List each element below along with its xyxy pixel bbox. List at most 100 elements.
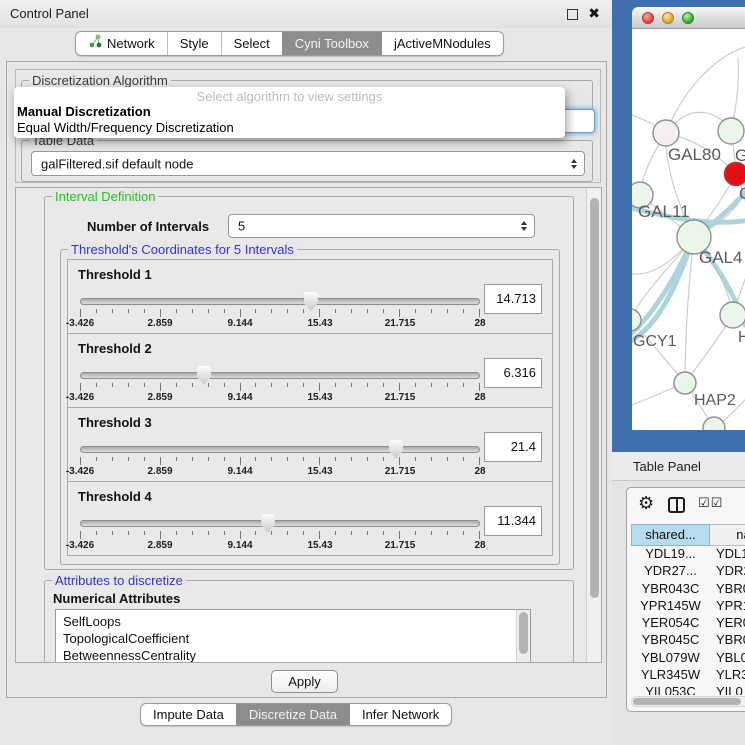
column-header-name[interactable]: name <box>710 524 745 546</box>
table-row[interactable]: YBR043CYBR0 <box>631 581 745 598</box>
threshold-value-field[interactable]: 6.316 <box>484 358 542 388</box>
table-row[interactable]: YER054CYER0 <box>631 615 745 632</box>
tick-mark <box>447 457 448 461</box>
cell-shared-name[interactable]: YBR045C <box>631 632 710 649</box>
threshold-slider[interactable]: -3.4262.8599.14415.4321.71528 <box>80 512 480 554</box>
threshold-value-field[interactable]: 14.713 <box>484 284 542 314</box>
tick-label: 15.43 <box>307 318 332 329</box>
attribute-list-item[interactable]: SelfLoops <box>56 613 530 630</box>
tab-network[interactable]: Network <box>76 32 167 55</box>
attribute-list-item[interactable]: TopologicalCoefficient <box>56 630 530 647</box>
cell-name[interactable]: YBR0 <box>710 632 745 649</box>
tick-mark <box>192 383 193 387</box>
table-row[interactable]: YPR145WYPR1 <box>631 598 745 615</box>
cell-name[interactable]: YDL1 <box>710 546 745 563</box>
tick-mark <box>80 383 81 391</box>
tick-mark <box>383 457 384 461</box>
zoom-traffic-light-icon[interactable] <box>682 12 694 24</box>
cell-shared-name[interactable]: YDR27... <box>631 563 710 580</box>
tick-mark <box>303 383 304 387</box>
table-row[interactable]: YDL19...YDL1 <box>631 546 745 563</box>
node-bottom-partial[interactable] <box>703 417 725 430</box>
threshold-slider[interactable]: -3.4262.8599.14415.4321.71528 <box>80 364 480 406</box>
numerical-attributes-list[interactable]: SelfLoopsTopologicalCoefficientBetweenne… <box>55 609 531 663</box>
list-items: SelfLoopsTopologicalCoefficientBetweenne… <box>56 613 530 663</box>
checkbox-icons[interactable]: ☑☑ <box>698 495 723 511</box>
cell-name[interactable]: YBR0 <box>710 581 745 598</box>
cell-shared-name[interactable]: YER054C <box>631 615 710 632</box>
cell-name[interactable]: YIL0 <box>710 684 745 695</box>
slider-track[interactable] <box>80 446 480 453</box>
dropdown-option-equal-width[interactable]: Equal Width/Frequency Discretization <box>14 120 565 136</box>
thresholds-group: Threshold's Coordinates for 5 Intervals … <box>60 249 560 565</box>
cell-shared-name[interactable]: YPR145W <box>631 598 710 615</box>
node-table: shared... name YDL19...YDL1YDR27...YDR2Y… <box>631 524 745 695</box>
table-row[interactable]: YDR27...YDR2 <box>631 563 745 580</box>
slider-track[interactable] <box>80 372 480 379</box>
horizontal-scrollbar-thumb[interactable] <box>633 698 741 705</box>
close-icon[interactable]: ✖ <box>588 5 600 22</box>
threshold-slider[interactable]: -3.4262.8599.14415.4321.71528 <box>80 290 480 332</box>
horizontal-scrollbar[interactable] <box>631 696 745 707</box>
tick-mark <box>255 309 256 313</box>
dropdown-option-manual[interactable]: Manual Discretization <box>14 104 565 120</box>
float-window-icon[interactable] <box>567 9 578 20</box>
tick-mark <box>255 531 256 535</box>
cell-shared-name[interactable]: YBL079W <box>631 650 710 667</box>
attribute-list-item[interactable]: BetweennessCentrality <box>56 647 530 663</box>
list-scrollbar-thumb[interactable] <box>519 612 528 654</box>
close-traffic-light-icon[interactable] <box>642 12 654 24</box>
cell-shared-name[interactable]: YDL19... <box>631 546 710 563</box>
column-header-shared[interactable]: shared... <box>631 524 710 546</box>
split-columns-icon[interactable] <box>668 497 685 513</box>
threshold-value-field[interactable]: 11.344 <box>484 506 542 536</box>
tab-cyni-toolbox[interactable]: Cyni Toolbox <box>282 32 381 55</box>
cell-name[interactable]: YPR1 <box>710 598 745 615</box>
node-h[interactable] <box>720 302 745 328</box>
tick-mark <box>415 383 416 387</box>
tab-discretize-data[interactable]: Discretize Data <box>236 704 349 725</box>
minimize-traffic-light-icon[interactable] <box>662 12 674 24</box>
node-top-right[interactable] <box>718 118 744 144</box>
table-row[interactable]: YLR345WYLR3 <box>631 667 745 684</box>
tick-mark <box>255 457 256 461</box>
tab-style[interactable]: Style <box>167 32 221 55</box>
tab-infer-network[interactable]: Infer Network <box>349 704 451 725</box>
cell-shared-name[interactable]: YBR043C <box>631 581 710 598</box>
cell-shared-name[interactable]: YIL053C <box>631 684 710 695</box>
cell-name[interactable]: YER0 <box>710 615 745 632</box>
number-of-intervals-combobox[interactable]: 5 <box>228 214 535 238</box>
cell-shared-name[interactable]: YLR345W <box>631 667 710 684</box>
tick-mark <box>128 383 129 387</box>
threshold-slider[interactable]: -3.4262.8599.14415.4321.71528 <box>80 438 480 480</box>
node-gal80[interactable] <box>653 120 679 146</box>
table-row[interactable]: YBL079WYBL0 <box>631 650 745 667</box>
cell-name[interactable]: YBL0 <box>710 650 745 667</box>
table-row[interactable]: YIL053CYIL0 <box>631 684 745 695</box>
list-scrollbar[interactable] <box>516 610 530 663</box>
node-label-gal4: GAL4 <box>699 248 742 267</box>
tab-impute-data[interactable]: Impute Data <box>141 704 236 725</box>
table-row[interactable]: YBR045CYBR0 <box>631 632 745 649</box>
tick-mark <box>303 309 304 313</box>
slider-track[interactable] <box>80 298 480 305</box>
threshold-value-field[interactable]: 21.4 <box>484 432 542 462</box>
cyni-toolbox-panel: Discretization Algorithm Table Data galF… <box>6 61 607 698</box>
tab-jactivemnodules[interactable]: jActiveMNodules <box>381 32 503 55</box>
tab-select[interactable]: Select <box>221 32 282 55</box>
slider-track[interactable] <box>80 520 480 527</box>
node-hap2[interactable] <box>674 372 696 394</box>
network-canvas[interactable]: GAL80 GA C GAL11 GAL4 GCY1 H HAP2 <box>632 29 745 430</box>
apply-button[interactable]: Apply <box>271 670 338 693</box>
cell-name[interactable]: YLR3 <box>710 667 745 684</box>
tick-mark <box>192 309 193 313</box>
vertical-scrollbar-thumb[interactable] <box>590 198 599 598</box>
gear-icon[interactable]: ⚙ <box>638 493 654 514</box>
table-data-combobox[interactable]: galFiltered.sif default node <box>31 151 585 176</box>
tick-mark <box>367 383 368 387</box>
vertical-scrollbar[interactable] <box>586 188 601 662</box>
tick-mark <box>399 457 400 465</box>
cell-name[interactable]: YDR2 <box>710 563 745 580</box>
node-red-selected[interactable] <box>725 163 745 186</box>
tick-label: 2.859 <box>147 540 172 551</box>
